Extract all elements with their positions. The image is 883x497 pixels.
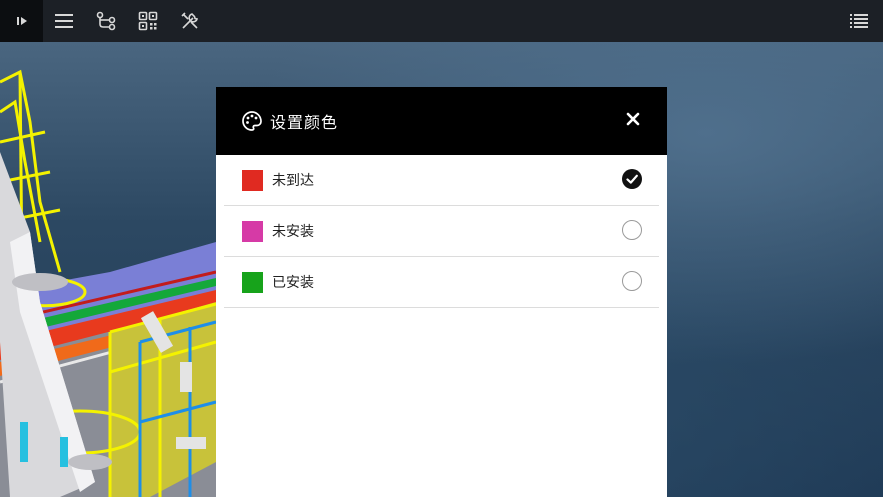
- color-swatch: [242, 271, 263, 293]
- top-toolbar: [0, 0, 883, 42]
- radio-unchecked-icon[interactable]: [622, 220, 642, 240]
- qr-scan-button[interactable]: [127, 0, 169, 42]
- qr-code-icon: [138, 11, 158, 31]
- dialog-header: 设置颜色: [216, 87, 667, 155]
- list-icon: [850, 14, 868, 28]
- tools-button[interactable]: [169, 0, 211, 42]
- color-swatch: [242, 220, 263, 242]
- color-option-list: 未到达 未安装 已安装: [224, 155, 659, 308]
- route-button[interactable]: [85, 0, 127, 42]
- menu-icon: [55, 14, 73, 28]
- menu-button[interactable]: [43, 0, 85, 42]
- list-button[interactable]: [849, 13, 869, 29]
- color-option-installed[interactable]: 已安装: [224, 257, 659, 308]
- route-icon: [96, 11, 116, 31]
- color-option-not-arrived[interactable]: 未到达: [224, 155, 659, 206]
- option-label: 未到达: [272, 173, 314, 189]
- radio-unchecked-icon[interactable]: [622, 271, 642, 291]
- color-swatch: [242, 169, 263, 191]
- panel-toggle-button[interactable]: [0, 0, 43, 42]
- option-label: 未安装: [272, 224, 314, 240]
- tools-icon: [181, 12, 199, 29]
- color-option-not-installed[interactable]: 未安装: [224, 206, 659, 257]
- set-color-dialog: 设置颜色 未到达 未安装 已安装: [216, 87, 667, 497]
- option-label: 已安装: [272, 275, 314, 291]
- palette-icon: [242, 111, 262, 131]
- close-icon[interactable]: [625, 111, 641, 127]
- radio-checked-icon[interactable]: [622, 169, 642, 189]
- dialog-title: 设置颜色: [270, 113, 339, 132]
- play-panel-icon: [16, 17, 27, 25]
